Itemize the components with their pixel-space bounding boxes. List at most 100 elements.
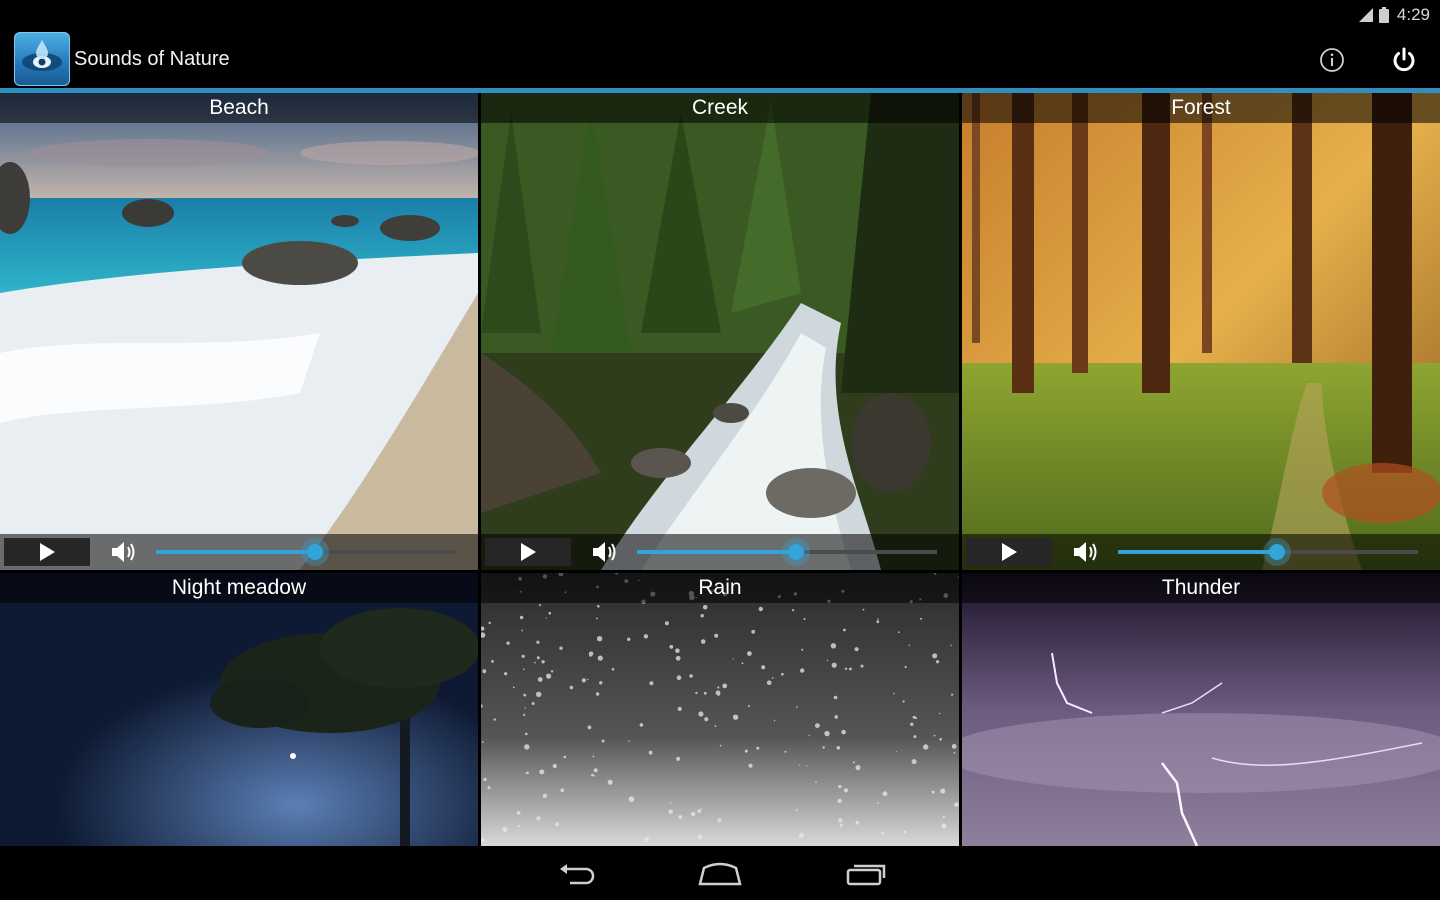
raindrop: [522, 668, 525, 671]
raindrop: [784, 750, 787, 753]
info-icon: [1320, 48, 1344, 72]
raindrop: [855, 820, 860, 825]
raindrop: [488, 621, 491, 625]
raindrop: [534, 661, 536, 664]
creek-photo: [481, 93, 959, 570]
play-button[interactable]: [485, 538, 571, 566]
power-button[interactable]: [1384, 42, 1424, 78]
raindrop: [808, 734, 810, 737]
sound-tile-rain[interactable]: Rain: [481, 573, 959, 846]
raindrop: [838, 818, 843, 823]
raindrop: [531, 702, 535, 705]
raindrop: [597, 605, 600, 608]
raindrop: [844, 667, 848, 670]
raindrop: [595, 692, 600, 696]
raindrop: [741, 662, 744, 665]
play-button[interactable]: [4, 538, 90, 566]
raindrop: [862, 608, 865, 611]
system-nav-bar: [0, 846, 1440, 900]
raindrop: [487, 786, 491, 790]
raindrop: [587, 678, 589, 681]
raindrop: [537, 677, 543, 682]
raindrop: [908, 644, 911, 646]
raindrop: [599, 681, 603, 685]
raindrop: [824, 730, 830, 737]
raindrop: [703, 691, 707, 695]
play-button[interactable]: [966, 538, 1052, 566]
raindrop: [801, 648, 804, 651]
raindrop: [933, 734, 936, 737]
volume-slider[interactable]: [637, 538, 937, 566]
raindrop: [837, 798, 842, 804]
raindrop: [643, 634, 649, 639]
volume-slider-fill: [637, 550, 796, 554]
raindrop: [761, 665, 766, 670]
volume-slider-thumb[interactable]: [1263, 538, 1291, 566]
raindrop: [803, 618, 806, 620]
volume-icon: [593, 542, 616, 562]
raindrop: [697, 809, 701, 813]
raindrop: [512, 686, 515, 689]
raindrop: [792, 609, 795, 612]
volume-icon: [112, 542, 135, 562]
battery-icon: [1378, 7, 1389, 23]
raindrop: [910, 722, 914, 726]
raindrop: [675, 655, 681, 661]
raindrop: [523, 693, 527, 697]
raindrop: [524, 744, 530, 750]
raindrop: [639, 723, 644, 727]
raindrop: [704, 717, 709, 722]
sound-controls: [962, 534, 1440, 570]
back-button[interactable]: [546, 856, 606, 892]
raindrop: [546, 673, 552, 679]
beach-photo: [0, 93, 478, 570]
recent-apps-button[interactable]: [836, 856, 896, 892]
raindrop: [849, 667, 852, 671]
raindrop: [555, 822, 560, 827]
raindrop: [669, 801, 672, 804]
raindrop: [548, 611, 552, 615]
raindrop: [550, 670, 554, 673]
app-icon[interactable]: [14, 32, 70, 86]
raindrop: [796, 706, 798, 708]
volume-slider-thumb[interactable]: [301, 538, 329, 566]
raindrop: [953, 752, 956, 754]
raindrop: [831, 662, 837, 668]
status-icons: 4:29: [1358, 4, 1430, 26]
raindrop: [897, 631, 900, 634]
volume-slider-fill: [156, 550, 315, 554]
raindrop: [523, 713, 526, 716]
raindrop: [491, 660, 494, 663]
raindrop: [951, 744, 957, 749]
raindrop: [942, 815, 945, 818]
raindrop: [539, 604, 542, 607]
sound-tile-thunder[interactable]: Thunder: [962, 573, 1440, 846]
raindrop: [714, 725, 717, 727]
volume-slider[interactable]: [1118, 538, 1418, 566]
raindrop: [611, 668, 615, 671]
sound-tile-beach[interactable]: Beach: [0, 93, 478, 570]
raindrop: [698, 711, 704, 717]
sound-tile-creek[interactable]: Creek: [481, 93, 959, 570]
sound-title: Beach: [0, 93, 478, 123]
raindrop: [914, 716, 917, 720]
raindrop: [669, 645, 674, 649]
raindrop: [714, 633, 719, 638]
raindrop: [524, 707, 526, 709]
raindrop: [732, 714, 739, 720]
raindrop: [732, 658, 734, 660]
raindrop: [541, 660, 545, 664]
raindrop: [841, 729, 846, 735]
raindrop: [536, 640, 540, 644]
volume-slider[interactable]: [156, 538, 456, 566]
info-button[interactable]: [1312, 42, 1352, 78]
raindrop: [806, 765, 808, 767]
play-icon: [1002, 543, 1017, 561]
home-button[interactable]: [690, 856, 750, 892]
raindrop: [581, 678, 586, 683]
volume-icon: [1074, 542, 1097, 562]
sound-tile-night-meadow[interactable]: Night meadow: [0, 573, 478, 846]
power-icon: [1393, 47, 1415, 72]
volume-slider-thumb[interactable]: [782, 538, 810, 566]
sound-tile-forest[interactable]: Forest: [962, 93, 1440, 570]
